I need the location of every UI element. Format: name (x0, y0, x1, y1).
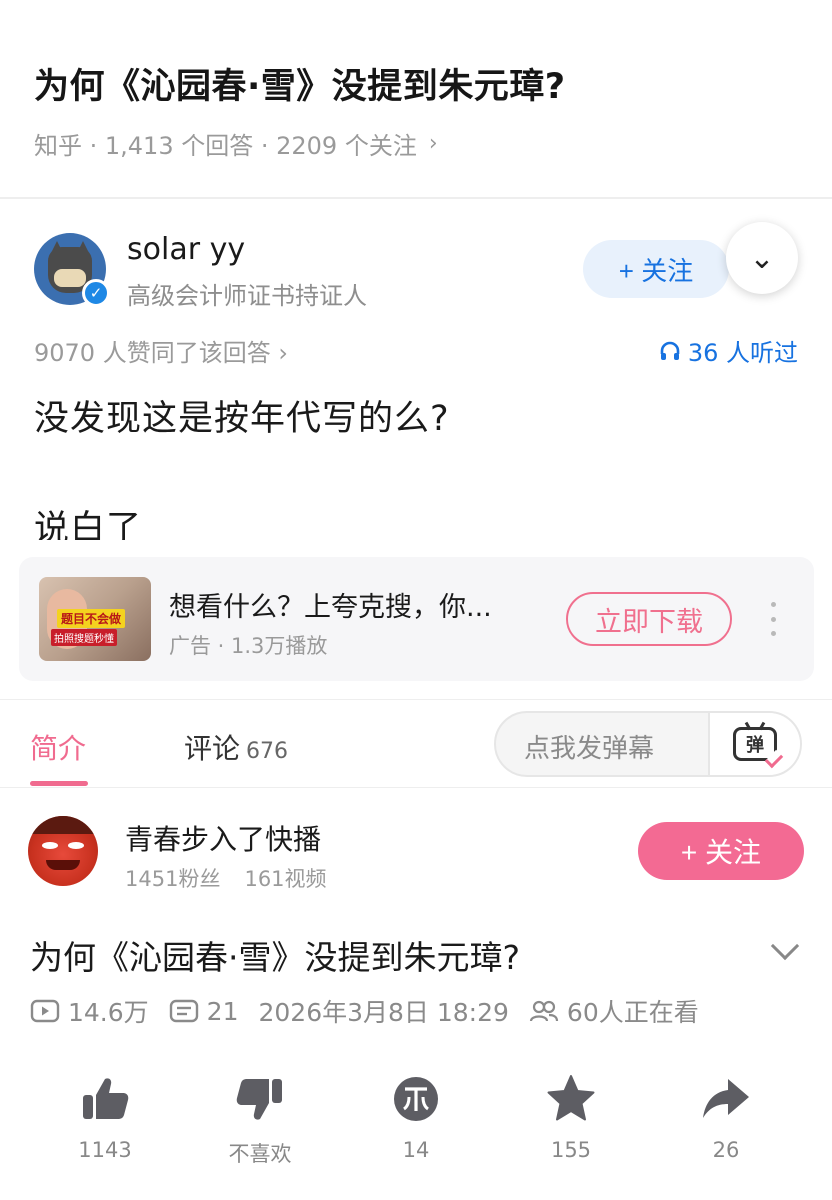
answer-text-line2: 说白了 (34, 509, 143, 540)
listen-count[interactable]: 36 人听过 (658, 333, 798, 368)
check-icon (764, 749, 784, 769)
video-meta: 14.6万 21 2026年3月8日 18:29 60人正在看 (30, 994, 719, 1028)
danmaku-toggle-button[interactable]: 弹 (708, 713, 800, 775)
video-title: 为何《沁园春·雪》没提到朱元璋? (30, 938, 521, 977)
danmaku-count: 21 (169, 996, 239, 1026)
uploader-avatar[interactable] (28, 816, 98, 886)
play-count: 14.6万 (30, 993, 149, 1029)
avatar-mouth (46, 860, 80, 870)
listen-count-text: 36 人听过 (687, 339, 798, 367)
share-count: 26 (712, 1138, 740, 1162)
favorite-button[interactable]: 155 (516, 1072, 626, 1162)
download-button[interactable]: 立即下载 (566, 592, 732, 646)
headphones-icon (660, 341, 680, 360)
play-count-text: 14.6万 (68, 998, 149, 1027)
dislike-button[interactable]: 不喜欢 (205, 1072, 315, 1168)
thumbs-up-icon (78, 1072, 132, 1126)
likes-summary[interactable]: 9070 人赞同了该回答 › (34, 333, 288, 368)
coin-count: 14 (402, 1138, 430, 1162)
thumbnail-caption: 拍照搜题秒懂 (51, 629, 117, 646)
double-chevron-down-icon: ⌄ (749, 240, 775, 276)
danmaku-count-text: 21 (206, 996, 239, 1026)
more-options-icon[interactable] (766, 602, 780, 636)
tab-comments-label: 评论 (184, 732, 241, 765)
like-button[interactable]: 1143 (50, 1072, 160, 1162)
favorite-count: 155 (550, 1138, 592, 1162)
author-name[interactable]: solar yy (127, 232, 245, 267)
zhihu-meta-text: 知乎 · 1,413 个回答 · 2209 个关注 (34, 132, 417, 160)
answer-text-clipped: 说白了 (34, 500, 334, 540)
chevron-right-icon: › (428, 131, 438, 156)
ad-title[interactable]: 想看什么？上夸克搜，你... (169, 585, 492, 624)
viewers-icon (529, 1000, 559, 1022)
share-button[interactable]: 26 (671, 1072, 781, 1162)
zhihu-question-title[interactable]: 为何《沁园春·雪》没提到朱元璋? (34, 58, 566, 109)
uploader-stats: 1451粉丝 161视频 (125, 863, 327, 893)
danmaku-input[interactable]: 点我发弹幕 弹 (494, 711, 802, 777)
coin-button[interactable]: 14 (361, 1072, 471, 1162)
ad-subtitle: 广告 · 1.3万播放 (169, 634, 328, 658)
author-title: 高级会计师证书持证人 (127, 282, 367, 310)
play-count-icon (30, 999, 60, 1023)
thumbnail-caption: 题目不会做 (57, 609, 126, 628)
avatar-eye (68, 842, 84, 849)
divider (0, 699, 832, 700)
watching-now: 60人正在看 (529, 993, 699, 1029)
chevron-down-icon[interactable] (768, 931, 802, 966)
watching-now-text: 60人正在看 (566, 998, 699, 1027)
zhihu-follow-button[interactable]: + 关注 (583, 240, 729, 298)
tab-comments[interactable]: 评论 676 (184, 727, 288, 767)
avatar-hair (28, 816, 98, 834)
uploader-videos: 161视频 (244, 867, 327, 891)
tab-intro[interactable]: 简介 (30, 727, 86, 767)
avatar-eye (42, 842, 58, 849)
uploader-name[interactable]: 青春步入了快播 (125, 818, 321, 858)
danmaku-icon-text: 弹 (746, 735, 764, 756)
uploader-fans: 1451粉丝 (125, 867, 221, 891)
active-tab-indicator (30, 781, 88, 786)
danmaku-placeholder[interactable]: 点我发弹幕 (524, 728, 654, 765)
ad-thumbnail[interactable]: 题目不会做 拍照搜题秒懂 (39, 577, 151, 661)
collapse-button[interactable]: ⌄ (726, 222, 798, 294)
avatar-mask (54, 269, 86, 287)
divider (0, 197, 832, 199)
dislike-label: 不喜欢 (228, 1142, 292, 1166)
star-icon (544, 1072, 598, 1126)
danmaku-icon: 弹 (733, 727, 784, 769)
comments-count: 676 (246, 739, 289, 764)
verified-badge-icon: ✓ (82, 279, 110, 307)
author-avatar[interactable]: ✓ (34, 233, 110, 307)
thumbs-down-icon (233, 1072, 287, 1126)
share-icon (699, 1072, 753, 1126)
danmaku-count-icon (169, 999, 198, 1023)
like-count: 1143 (78, 1138, 132, 1162)
coin-icon (389, 1072, 443, 1126)
uploader-follow-button[interactable]: + 关注 (638, 822, 804, 880)
zhihu-question-meta[interactable]: 知乎 · 1,413 个回答 · 2209 个关注 › (34, 126, 438, 161)
publish-date: 2026年3月8日 18:29 (258, 998, 509, 1027)
divider (0, 787, 832, 788)
answer-text: 没发现这是按年代写的么? (34, 399, 450, 439)
